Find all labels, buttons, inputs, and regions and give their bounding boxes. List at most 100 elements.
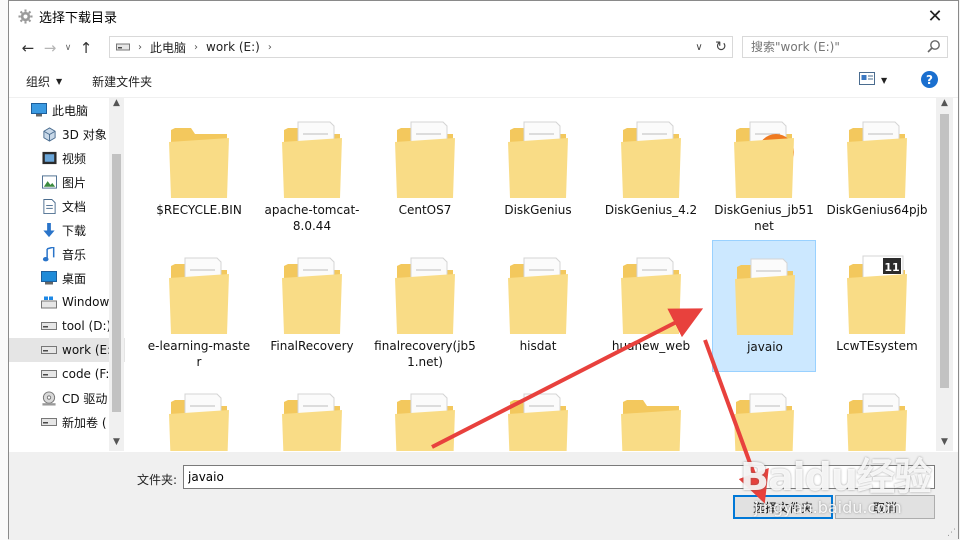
folder-name: DiskGenius64pjb — [826, 203, 928, 217]
folder-item[interactable]: huanew_web — [599, 240, 703, 372]
folder-docs-icon — [504, 384, 572, 451]
view-options-button[interactable]: ▼ — [859, 72, 887, 88]
drive-icon — [41, 366, 57, 382]
folder-item[interactable]: e-learning-master — [147, 240, 251, 372]
sidebar-item[interactable]: tool (D:) — [9, 314, 125, 338]
folder-item[interactable]: e DiskGenius_4.2 — [599, 104, 703, 236]
breadcrumb-work-drive[interactable]: work (E:) — [206, 40, 260, 54]
folder-item[interactable]: CentOS7 — [373, 104, 477, 236]
svg-text:11: 11 — [884, 261, 899, 274]
sidebar-item-label: 桌面 — [62, 271, 87, 286]
sidebar-item[interactable]: Window — [9, 290, 125, 314]
folder-item[interactable]: hisdat — [486, 240, 590, 372]
folder-item[interactable] — [373, 376, 477, 451]
view-icon — [859, 72, 875, 88]
document-icon — [41, 198, 57, 214]
drive-icon — [41, 342, 57, 358]
folder-view-scrollbar-thumb[interactable] — [940, 114, 949, 388]
sidebar-item[interactable]: 3D 对象 — [9, 122, 125, 146]
folder-item[interactable]: eDiskGenius_jb51net — [712, 104, 816, 236]
folder-item[interactable]: DiskGenius — [486, 104, 590, 236]
folder-item[interactable]: 11 LcwTEsystem — [825, 240, 929, 372]
folder-gear-icon — [504, 112, 572, 200]
sidebar-item[interactable]: 图片 — [9, 170, 125, 194]
folder-name: DiskGenius_4.2 — [604, 203, 698, 217]
sidebar-item-label: 图片 — [62, 175, 87, 190]
folder-item[interactable] — [260, 376, 364, 451]
folder-item[interactable]: DiskGenius64pjb — [825, 104, 929, 236]
scroll-down-icon[interactable]: ▼ — [109, 437, 124, 451]
resize-grip-icon[interactable]: ⋰ — [947, 528, 956, 538]
sidebar-item[interactable]: 视频 — [9, 146, 125, 170]
sidebar-item[interactable]: 下载 — [9, 218, 125, 242]
folder-item[interactable]: apache-tomcat-8.0.44 — [260, 104, 364, 236]
folder-item[interactable] — [486, 376, 590, 451]
command-bar: 组织 ▼ 新建文件夹 ▼ ? — [9, 65, 958, 98]
cd-drive-icon — [41, 390, 57, 406]
folder-label: 文件夹: — [137, 473, 178, 487]
folder-item[interactable] — [599, 376, 703, 451]
folder-ie-orange-icon: e — [730, 112, 798, 200]
chevron-down-icon: ▼ — [881, 75, 888, 85]
sidebar-item-label: 视频 — [62, 151, 87, 166]
folder-item[interactable]: javaio — [712, 240, 816, 372]
sidebar-item[interactable]: CD 驱动 — [9, 386, 125, 410]
folder-docs-icon — [731, 249, 799, 337]
folder-docs-icon — [617, 248, 685, 336]
sidebar-item[interactable]: work (E: — [9, 338, 125, 362]
folder-name: DiskGenius_jb51net — [714, 203, 814, 233]
sidebar-item-label: 音乐 — [62, 247, 87, 262]
sidebar-item-label: tool (D:) — [62, 319, 112, 333]
sidebar-item-label: code (F: — [62, 367, 110, 381]
search-box[interactable] — [742, 36, 948, 58]
drive-icon — [116, 42, 130, 52]
refresh-icon[interactable]: ↻ — [710, 39, 732, 55]
up-arrow-icon[interactable]: ↑ — [75, 36, 97, 60]
picture-icon — [41, 174, 57, 190]
new-folder-button[interactable]: 新建文件夹 — [92, 73, 152, 90]
drive-icon — [41, 318, 57, 334]
folder-vs-icon: 11 — [843, 248, 911, 336]
sidebar-item[interactable]: code (F: — [9, 362, 125, 386]
folder-view-scrollbar[interactable]: ▲ ▼ — [936, 98, 953, 451]
sidebar-item-label: 新加卷 ( — [62, 415, 107, 430]
folder-docs-icon — [278, 112, 346, 200]
folder-item[interactable]: $RECYCLE.BIN — [147, 104, 251, 236]
recent-dropdown-icon[interactable]: ∨ — [61, 36, 75, 60]
folder-docs-icon — [391, 248, 459, 336]
folder-docs-icon — [165, 384, 233, 451]
search-input[interactable] — [749, 39, 923, 55]
navigation-scrollbar-thumb[interactable] — [112, 154, 121, 412]
sidebar-item[interactable]: 此电脑 — [9, 98, 125, 122]
organize-button[interactable]: 组织 ▼ — [26, 73, 62, 90]
folder-docs-icon — [278, 384, 346, 451]
desktop-icon — [41, 270, 57, 286]
sidebar-item[interactable]: 新加卷 ( — [9, 410, 125, 434]
breadcrumb-chevron-icon: › — [194, 41, 199, 53]
navigation-pane: 此电脑 3D 对象视频图片文档 下载音乐桌面 Window tool (D:) work … — [9, 98, 125, 451]
help-button[interactable]: ? — [921, 71, 938, 88]
windows-drive-icon — [41, 294, 57, 310]
folder-name: FinalRecovery — [270, 339, 354, 353]
sidebar-item-label: CD 驱动 — [62, 391, 108, 406]
breadcrumb-this-pc[interactable]: 此电脑 — [150, 39, 186, 56]
back-arrow-icon[interactable]: ← — [17, 36, 39, 60]
baidu-watermark: Baidu经验 jingyan.baidu.com — [734, 438, 954, 526]
video-icon — [41, 150, 57, 166]
sidebar-item[interactable]: 文档 — [9, 194, 125, 218]
address-bar[interactable]: › 此电脑 › work (E:) › ∨ ↻ — [109, 36, 733, 58]
folder-item[interactable]: finalrecovery(jb51.net) — [373, 240, 477, 372]
close-button[interactable]: ✕ — [912, 1, 958, 31]
address-dropdown-icon[interactable]: ∨ — [688, 42, 710, 53]
sidebar-item[interactable]: 音乐 — [9, 242, 125, 266]
breadcrumb-chevron-icon: › — [267, 41, 272, 53]
scroll-up-icon[interactable]: ▲ — [109, 98, 124, 112]
scroll-up-icon[interactable]: ▲ — [936, 98, 953, 112]
navigation-scrollbar[interactable]: ▲ ▼ — [109, 98, 124, 451]
sidebar-item-label: 3D 对象 — [62, 127, 107, 142]
sidebar-item[interactable]: 桌面 — [9, 266, 125, 290]
folder-item[interactable] — [147, 376, 251, 451]
folder-name: CentOS7 — [398, 203, 452, 217]
forward-arrow-icon[interactable]: → — [39, 36, 61, 60]
folder-item[interactable]: FinalRecovery — [260, 240, 364, 372]
